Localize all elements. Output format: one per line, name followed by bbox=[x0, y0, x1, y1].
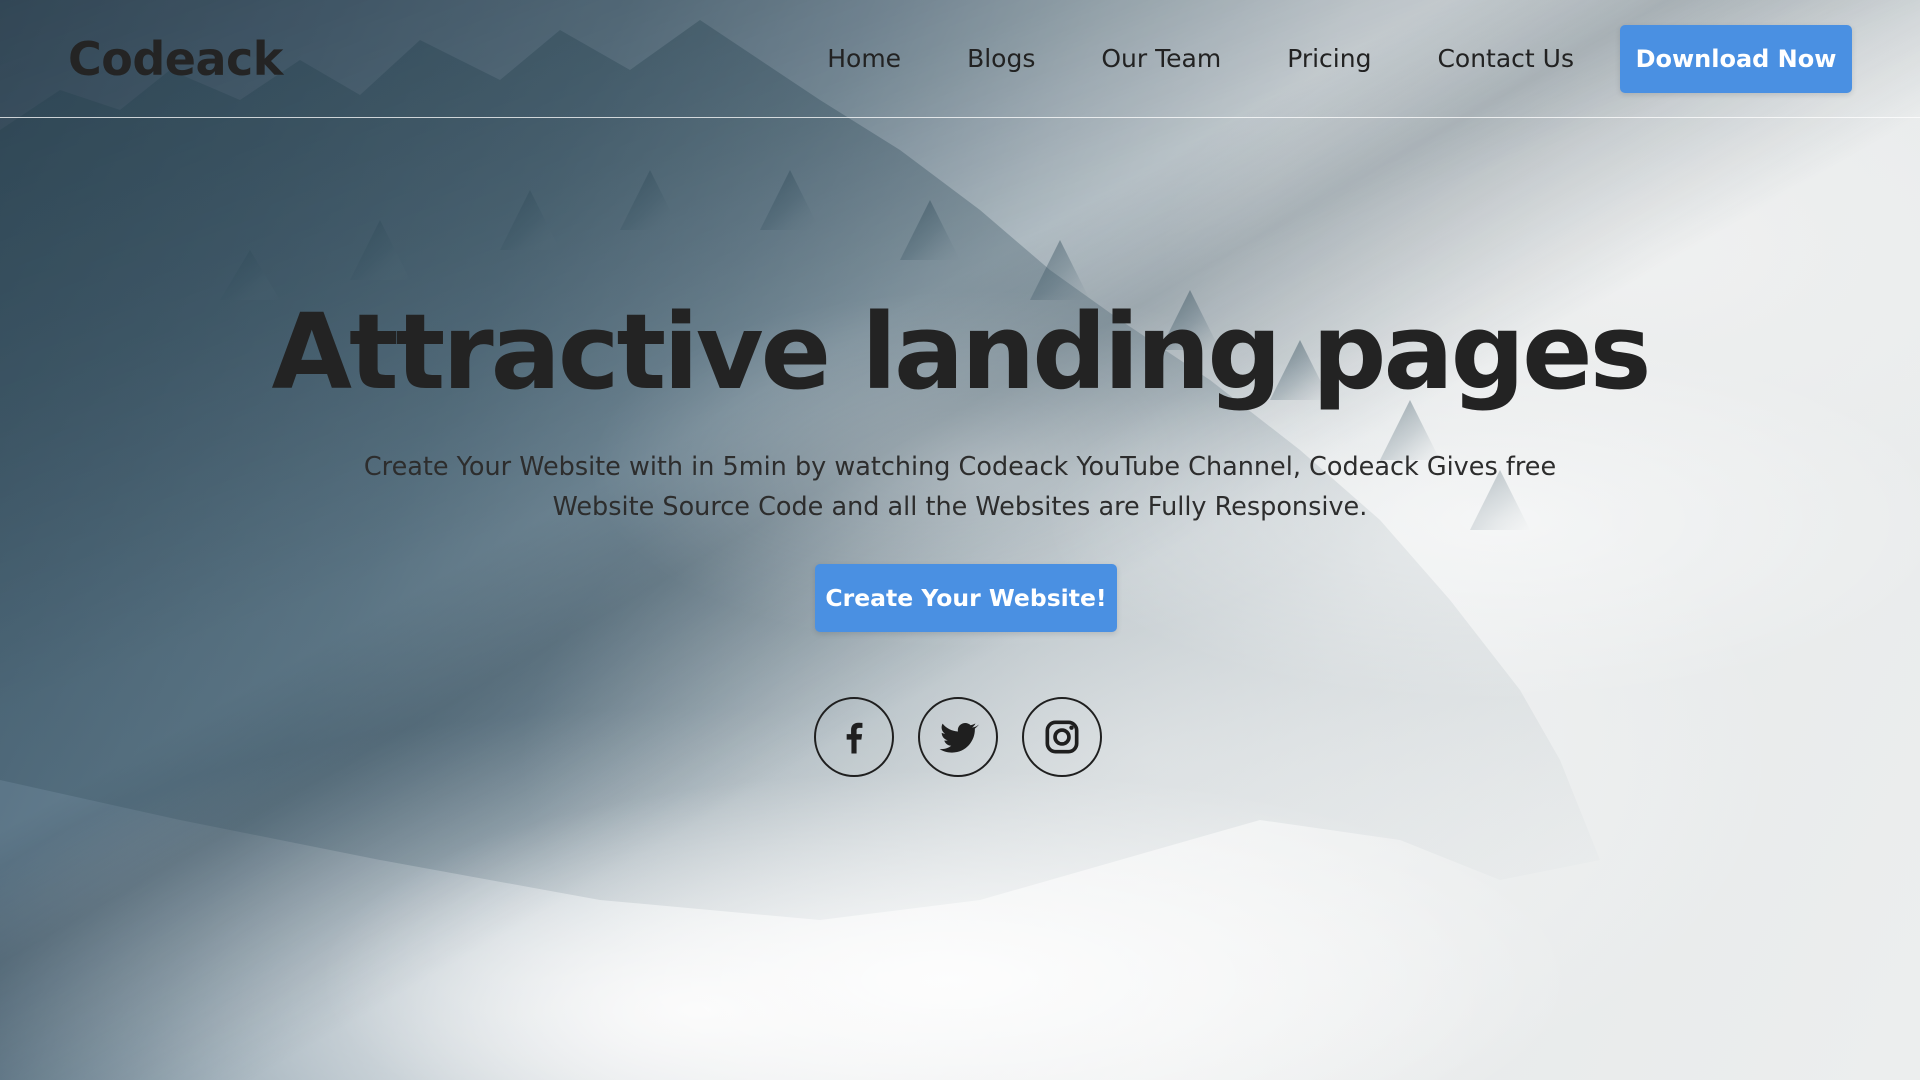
twitter-icon bbox=[939, 722, 979, 753]
landing-page: Codeack Home Blogs Our Team Pricing Cont… bbox=[0, 0, 1920, 1080]
instagram-icon bbox=[1045, 720, 1079, 754]
social-links bbox=[814, 697, 1102, 777]
brand-logo[interactable]: Codeack bbox=[68, 32, 283, 86]
nav-pricing-link[interactable]: Pricing bbox=[1287, 44, 1371, 73]
facebook-link[interactable] bbox=[814, 697, 894, 777]
hero-title: Attractive landing pages bbox=[271, 291, 1651, 413]
primary-navigation: Home Blogs Our Team Pricing Contact Us bbox=[827, 44, 1574, 73]
instagram-link[interactable] bbox=[1022, 697, 1102, 777]
hero-section: Attractive landing pages Create Your Web… bbox=[0, 118, 1920, 1080]
hero-subtitle: Create Your Website with in 5min by watc… bbox=[363, 452, 1557, 522]
download-now-button[interactable]: Download Now bbox=[1620, 24, 1852, 93]
site-header: Codeack Home Blogs Our Team Pricing Cont… bbox=[0, 0, 1920, 118]
facebook-icon bbox=[846, 722, 863, 754]
nav-contact-us-link[interactable]: Contact Us bbox=[1437, 44, 1574, 73]
nav-blogs-link[interactable]: Blogs bbox=[967, 44, 1035, 73]
nav-our-team-link[interactable]: Our Team bbox=[1101, 44, 1221, 73]
create-website-button[interactable]: Create Your Website! bbox=[815, 564, 1117, 632]
nav-home-link[interactable]: Home bbox=[827, 44, 901, 73]
twitter-link[interactable] bbox=[918, 697, 998, 777]
